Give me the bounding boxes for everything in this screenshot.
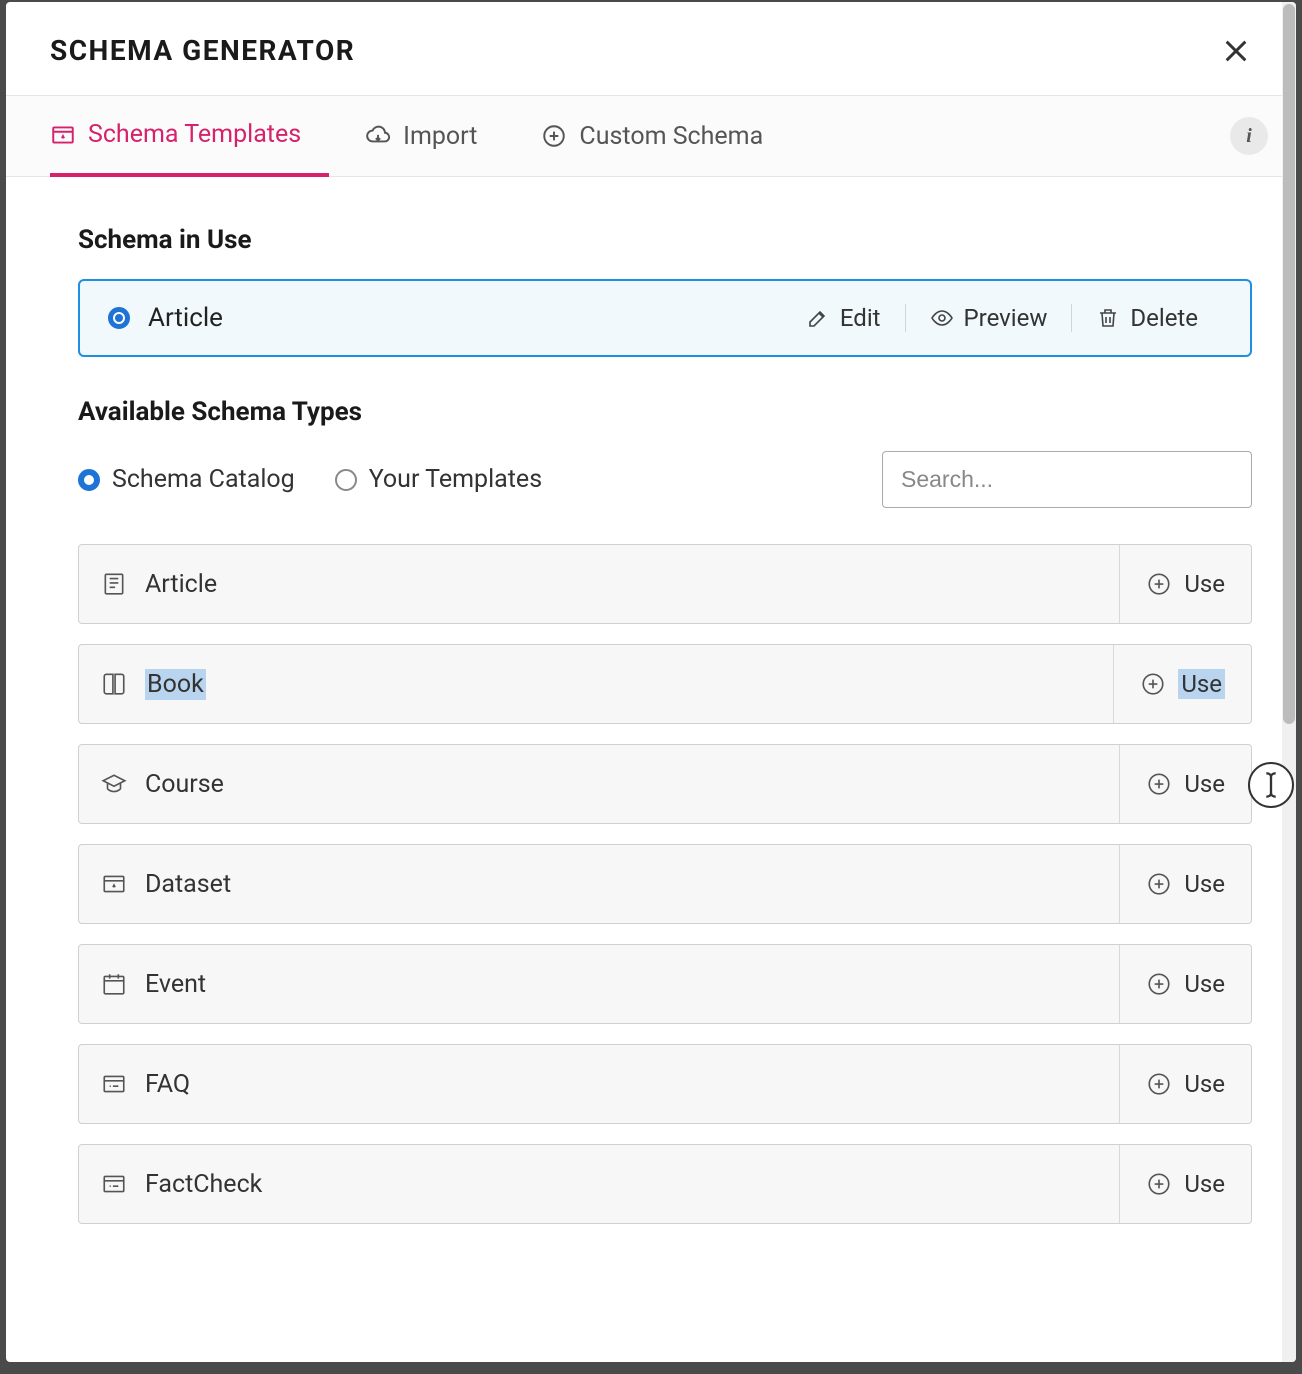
tab-custom-schema[interactable]: Custom Schema [541,98,791,175]
schema-in-use-name: Article [148,303,223,333]
radio-schema-catalog[interactable]: Schema Catalog [78,465,295,494]
modal-header: SCHEMA GENERATOR [6,2,1296,96]
modal-title: SCHEMA GENERATOR [50,34,355,67]
tab-import[interactable]: Import [365,98,505,175]
use-label: Use [1184,570,1225,598]
text-cursor-icon [1261,771,1281,799]
schema-row-event: Event Use [78,944,1252,1024]
dataset-icon [101,871,127,897]
schema-in-use-heading: Schema in Use [78,225,1252,255]
faq-icon [101,1071,127,1097]
tab-schema-templates[interactable]: Schema Templates [50,96,329,177]
scrollbar-track[interactable] [1282,2,1296,1362]
book-icon [101,671,127,697]
schema-row-book: Book Use [78,644,1252,724]
tab-label: Schema Templates [88,120,301,149]
factcheck-icon [101,1171,127,1197]
schema-row-course: Course Use [78,744,1252,824]
search-input[interactable] [882,451,1252,508]
use-label: Use [1178,669,1225,699]
info-button[interactable]: i [1230,117,1268,155]
schema-name: Dataset [145,870,231,899]
schema-actions: Edit Preview Delete [782,304,1222,332]
schema-name: Event [145,970,206,999]
use-button[interactable]: Use [1119,1145,1251,1223]
edit-label: Edit [840,304,881,332]
tab-bar: Schema Templates Import Custom Schema i [6,96,1296,177]
schema-name: FAQ [145,1070,190,1099]
radio-label: Your Templates [369,465,542,494]
text-cursor-indicator [1248,762,1294,808]
preview-button[interactable]: Preview [905,304,1072,332]
close-button[interactable] [1220,35,1252,67]
use-label: Use [1184,970,1225,998]
schema-in-use-card[interactable]: Article Edit Preview Delete [78,279,1252,357]
plus-circle-icon [1146,871,1172,897]
calendar-icon [101,971,127,997]
edit-button[interactable]: Edit [782,304,905,332]
graduation-cap-icon [101,771,127,797]
use-label: Use [1184,770,1225,798]
schema-name: Course [145,770,224,799]
schema-row-article: Article Use [78,544,1252,624]
use-label: Use [1184,1070,1225,1098]
schema-name: Article [145,570,217,599]
scrollbar-thumb[interactable] [1283,4,1295,724]
schema-in-use-left: Article [108,303,223,333]
radio-checked-icon [78,469,100,491]
plus-circle-icon [1146,771,1172,797]
article-icon [101,571,127,597]
schema-row-factcheck: FactCheck Use [78,1144,1252,1224]
available-schema-heading: Available Schema Types [78,397,1252,427]
delete-button[interactable]: Delete [1071,304,1222,332]
use-button[interactable]: Use [1119,945,1251,1023]
radio-label: Schema Catalog [112,465,295,494]
schema-list: Article Use Book Use [78,544,1252,1224]
plus-circle-icon [1146,571,1172,597]
preview-label: Preview [964,304,1048,332]
plus-circle-icon [1140,671,1166,697]
use-label: Use [1184,870,1225,898]
schema-generator-modal: SCHEMA GENERATOR Schema Templates Import… [6,2,1296,1362]
edit-icon [806,306,830,330]
use-button[interactable]: Use [1119,745,1251,823]
use-button[interactable]: Use [1119,545,1251,623]
schema-name: FactCheck [145,1170,262,1199]
schema-source-radio-group: Schema Catalog Your Templates [78,465,542,494]
cloud-download-icon [365,123,391,149]
plus-circle-icon [1146,1171,1172,1197]
trash-icon [1096,306,1120,330]
use-button[interactable]: Use [1119,1045,1251,1123]
schema-row-faq: FAQ Use [78,1044,1252,1124]
radio-selected-icon [108,307,130,329]
plus-circle-icon [1146,971,1172,997]
tab-label: Import [403,122,477,151]
delete-label: Delete [1130,304,1198,332]
radio-your-templates[interactable]: Your Templates [335,465,542,494]
close-icon [1222,37,1250,65]
use-button[interactable]: Use [1119,845,1251,923]
schema-name: Book [145,669,206,700]
radio-unchecked-icon [335,469,357,491]
use-button[interactable]: Use [1113,645,1251,723]
plus-circle-icon [1146,1071,1172,1097]
template-icon [50,122,76,148]
use-label: Use [1184,1170,1225,1198]
plus-circle-icon [541,123,567,149]
modal-content: Schema in Use Article Edit Preview Delet… [6,177,1296,1337]
tab-label: Custom Schema [579,122,763,151]
eye-icon [930,306,954,330]
schema-row-dataset: Dataset Use [78,844,1252,924]
info-icon: i [1246,125,1252,148]
filter-row: Schema Catalog Your Templates [78,451,1252,508]
